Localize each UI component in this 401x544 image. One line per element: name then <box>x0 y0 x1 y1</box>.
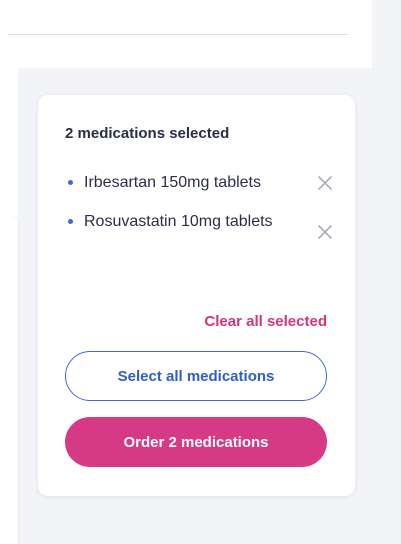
bullet-icon <box>68 180 73 185</box>
medication-name: Rosuvastatin 10mg tablets <box>84 213 273 230</box>
top-divider <box>8 34 348 35</box>
selection-count-title: 2 medications selected <box>65 125 230 142</box>
left-panel-edge <box>9 216 18 544</box>
list-item: Rosuvastatin 10mg tablets <box>65 210 335 239</box>
select-all-medications-button[interactable]: Select all medications <box>65 351 327 401</box>
bullet-icon <box>68 219 73 224</box>
close-icon[interactable] <box>318 225 332 239</box>
order-medications-button[interactable]: Order 2 medications <box>65 417 327 467</box>
close-icon[interactable] <box>318 176 332 190</box>
remove-medication-button[interactable] <box>315 222 335 242</box>
remove-medication-button[interactable] <box>315 173 335 193</box>
medication-name: Irbesartan 150mg tablets <box>84 174 261 191</box>
clear-all-selected-link[interactable]: Clear all selected <box>204 313 327 330</box>
list-item: Irbesartan 150mg tablets <box>65 171 335 194</box>
selected-medications-list: Irbesartan 150mg tablets Rosuvastatin 10… <box>65 171 335 239</box>
selection-card: 2 medications selected Irbesartan 150mg … <box>38 95 355 496</box>
